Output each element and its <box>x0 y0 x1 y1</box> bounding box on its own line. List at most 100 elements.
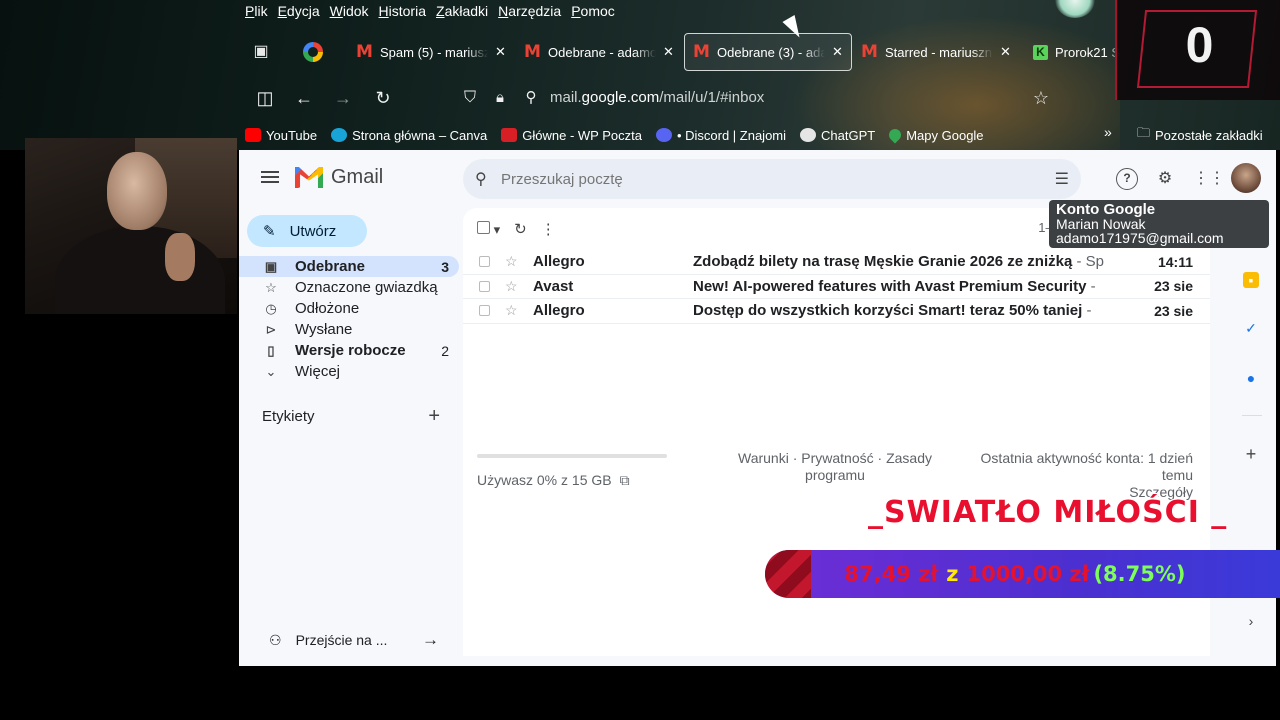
tab-odebrane-active[interactable]: Odebrane (3) - ada ✕ <box>684 33 852 71</box>
search-input[interactable] <box>501 170 1055 188</box>
close-icon[interactable]: ✕ <box>663 44 674 60</box>
firefox-view-icon[interactable]: ▣ <box>246 33 276 71</box>
star-icon[interactable]: ☆ <box>505 278 519 295</box>
other-bookmarks[interactable]: 🗀︎ Pozostałe zakładki <box>1137 124 1263 146</box>
star-icon[interactable]: ☆ <box>505 253 519 270</box>
search-icon[interactable]: ⚲ <box>475 169 499 189</box>
labels-title: Etykiety <box>262 408 315 425</box>
apps-grid-icon[interactable]: ⋮⋮ <box>1193 168 1225 190</box>
subject-text: Dostęp do wszystkich korzyści Smart! ter… <box>693 302 1083 320</box>
footer-terms[interactable]: Warunki · Prywatność · Zasady programu <box>725 450 945 484</box>
bookmark-chatgpt[interactable]: ChatGPT <box>800 128 875 143</box>
bookmark-label: Strona główna – Canva <box>352 127 488 143</box>
tab-kick[interactable]: K Prorok21 S <box>1025 33 1129 71</box>
row-checkbox[interactable] <box>479 305 490 317</box>
compose-button[interactable]: ✎ Utwórz <box>247 215 367 247</box>
draft-icon: ▯ <box>267 342 275 358</box>
gmail-logo[interactable]: Gmail <box>295 166 383 189</box>
bookmark-star-icon[interactable]: ☆ <box>1026 78 1056 118</box>
bookmarks-overflow-icon[interactable]: » <box>1104 124 1112 140</box>
main-menu-icon[interactable] <box>261 168 279 186</box>
gear-icon[interactable]: ⚙ <box>1154 168 1176 190</box>
bookmark-youtube[interactable]: YouTube <box>245 128 317 143</box>
goal-current: 87,49 zł <box>844 562 939 586</box>
tab-google[interactable] <box>295 33 331 71</box>
bookmark-discord[interactable]: • Discord | Znajomi <box>655 127 787 143</box>
permissions-icon[interactable]: ⚲ <box>516 78 546 118</box>
email-row[interactable]: ☆ Allegro Dostęp do wszystkich korzyści … <box>463 299 1210 324</box>
gmail-sidebar: Gmail ✎ Utwórz ▣ Odebrane 3 ☆ Oznaczone gwi… <box>239 150 463 666</box>
keep-icon[interactable]: ▪ <box>1243 272 1259 288</box>
close-icon[interactable]: ✕ <box>832 44 843 60</box>
tooltip-name: Marian Nowak <box>1056 216 1146 232</box>
sidebar-toggle-icon[interactable]: ◫ <box>250 78 280 118</box>
close-icon[interactable]: ✕ <box>495 44 506 60</box>
email-preview: - <box>1082 302 1092 320</box>
url-domain: google.com <box>581 89 660 106</box>
goal-percent: (8.75%) <box>1093 562 1186 586</box>
bookmark-maps[interactable]: Mapy Google <box>886 126 984 144</box>
menu-file[interactable]: Plik <box>245 2 268 20</box>
storage-text: Używasz 0% z 15 GB <box>477 472 612 488</box>
switch-app-link[interactable]: ⚇ Przejście na ... → <box>269 630 439 650</box>
pencil-icon: ✎ <box>263 223 276 240</box>
email-row[interactable]: ☆ Allegro Zdobądź bilety na trasę Męskie… <box>463 250 1210 275</box>
nav-more[interactable]: ⌄ Więcej <box>239 361 459 382</box>
forward-icon[interactable]: → <box>328 78 358 118</box>
bookmark-wp[interactable]: Główne - WP Poczta <box>501 128 642 143</box>
mail-navigation: ▣ Odebrane 3 ☆ Oznaczone gwiazdką ◷ Odłożone… <box>239 256 459 382</box>
tab-title: Starred - mariuszn <box>885 44 992 60</box>
star-icon[interactable]: ☆ <box>505 302 519 319</box>
chevron-right-icon[interactable]: › <box>1243 613 1259 629</box>
refresh-icon[interactable]: ↻ <box>514 220 527 238</box>
nav-snoozed[interactable]: ◷ Odłożone <box>239 298 459 319</box>
row-checkbox[interactable] <box>479 256 490 268</box>
switch-label: Przejście na ... <box>295 632 388 648</box>
counter-value: 0 <box>1185 17 1214 73</box>
menu-help[interactable]: Pomoc <box>571 2 615 20</box>
back-icon[interactable]: ← <box>289 78 319 118</box>
nav-starred[interactable]: ☆ Oznaczone gwiazdką <box>239 277 459 298</box>
lock-icon[interactable]: 🔒︎ <box>485 78 515 118</box>
tab-title: Spam (5) - mariusz <box>380 44 488 60</box>
more-vert-icon[interactable]: ⋮ <box>541 220 556 238</box>
folder-icon: 🗀︎ <box>1137 125 1151 140</box>
donation-goal-text: 87,49 zł z 1000,00 zł (8.75%) <box>765 550 1265 598</box>
email-list: ☆ Allegro Zdobądź bilety na trasę Męskie… <box>463 250 1210 324</box>
row-checkbox[interactable] <box>479 280 490 292</box>
menu-view[interactable]: Widok <box>330 2 369 20</box>
contacts-icon[interactable]: ● <box>1243 370 1259 386</box>
add-addon-icon[interactable]: + <box>1243 445 1259 463</box>
maps-icon <box>886 126 904 144</box>
subject-text: Zdobądź bilety na trasę Męskie Granie 20… <box>693 253 1073 271</box>
url-prefix: mail. <box>550 89 582 106</box>
nav-inbox[interactable]: ▣ Odebrane 3 <box>239 256 459 277</box>
bookmark-label: • Discord | Znajomi <box>676 127 787 143</box>
menu-tools[interactable]: Narzędzia <box>498 2 561 20</box>
avatar[interactable] <box>1231 163 1261 193</box>
menu-bookmarks[interactable]: Zakładki <box>436 2 488 20</box>
select-all-checkbox[interactable]: ▾ <box>477 220 500 238</box>
menu-edit[interactable]: Edycja <box>278 2 320 20</box>
tasks-icon[interactable]: ✓ <box>1243 320 1259 336</box>
email-sender: Avast <box>533 277 574 295</box>
external-link-icon[interactable]: ⧉ <box>620 472 630 489</box>
reload-icon[interactable]: ↻ <box>368 78 398 118</box>
bookmark-label: YouTube <box>266 127 318 143</box>
email-row[interactable]: ☆ Avast New! AI-powered features with Av… <box>463 275 1210 299</box>
bookmark-canva[interactable]: Strona główna – Canva <box>331 128 487 143</box>
navigation-bar: ◫ ← → ↻ ⛉ 🔒︎ ⚲ mail.google.com/mail/u/1/… <box>0 78 1280 118</box>
url-bar[interactable]: mail.google.com/mail/u/1/#inbox <box>550 78 764 118</box>
help-icon[interactable]: ? <box>1116 168 1138 190</box>
close-icon[interactable]: ✕ <box>1000 44 1011 60</box>
nav-sent[interactable]: ⊳ Wysłane <box>239 319 459 340</box>
nav-drafts[interactable]: ▯ Wersje robocze 2 <box>239 340 459 361</box>
shield-icon[interactable]: ⛉ <box>455 78 485 118</box>
tab-spam[interactable]: Spam (5) - mariusz ✕ <box>348 33 514 71</box>
tab-odebrane-adamo[interactable]: Odebrane - adamo ✕ <box>516 33 682 71</box>
canva-icon <box>331 128 348 142</box>
add-label-icon[interactable]: + <box>428 406 440 426</box>
tab-starred[interactable]: Starred - mariuszn ✕ <box>853 33 1019 71</box>
search-options-icon[interactable]: ☰ <box>1055 169 1069 189</box>
menu-history[interactable]: Historia <box>379 2 426 20</box>
